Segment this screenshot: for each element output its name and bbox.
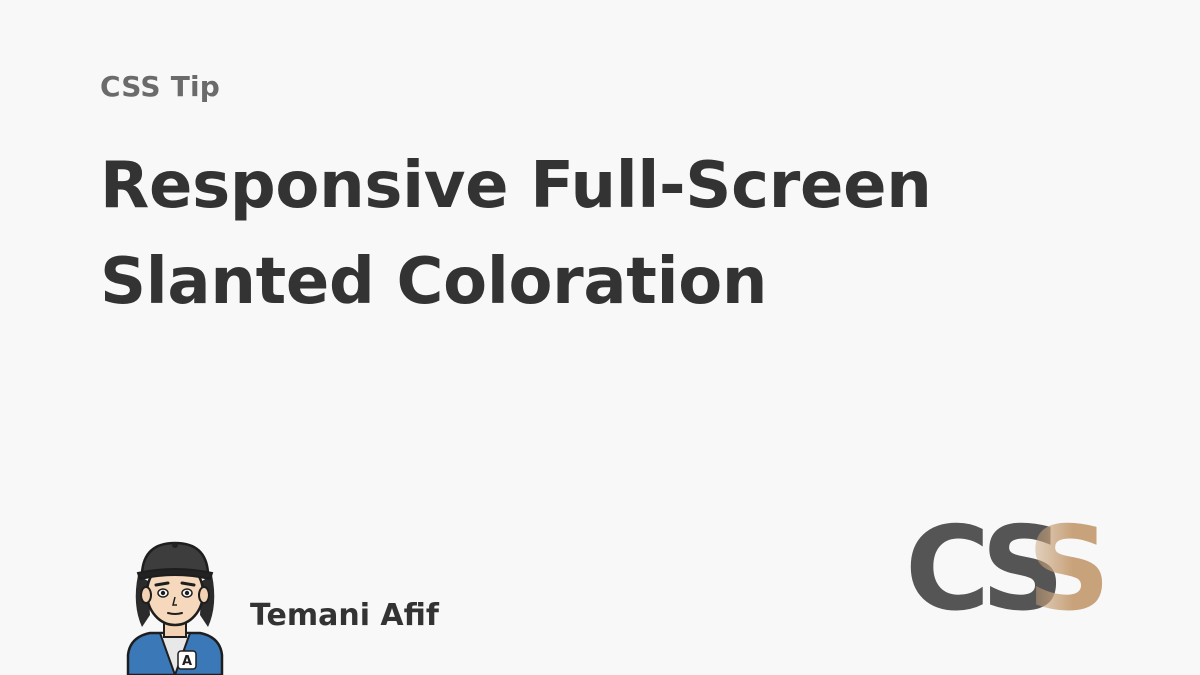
category-label: CSS Tip (100, 70, 221, 103)
logo-letter-s-accent: S (1027, 505, 1111, 625)
jacket-letter: A (182, 654, 192, 669)
logo-letter-c: C (905, 505, 990, 625)
title-line-2: Slanted Coloration (100, 245, 768, 319)
author-name: Temani Afif (250, 597, 439, 633)
author-block: A Temani Afif (120, 535, 439, 675)
title-line-1: Responsive Full-Screen (100, 149, 932, 223)
cartoon-avatar-icon: A (126, 541, 224, 675)
blog-card: CSS Tip Responsive Full-Screen Slanted C… (0, 0, 1200, 675)
article-title: Responsive Full-Screen Slanted Coloratio… (100, 138, 1160, 330)
css-logo-icon: C S S (905, 505, 1111, 625)
